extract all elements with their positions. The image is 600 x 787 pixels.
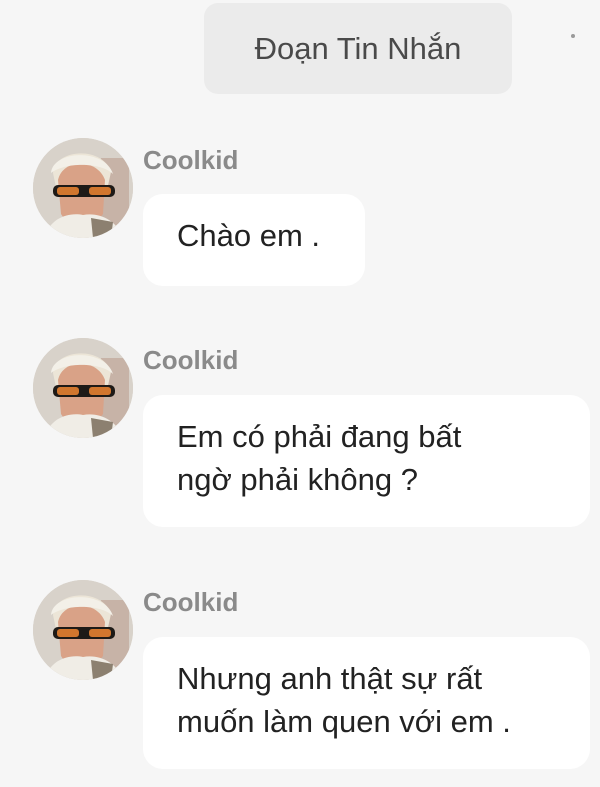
profile-photo-icon xyxy=(33,580,133,680)
avatar[interactable] xyxy=(33,338,133,438)
sender-name: Coolkid xyxy=(143,587,239,617)
message-bubble: Nhưng anh thật sự rất muốn làm quen với … xyxy=(143,637,590,769)
conversation-title-text: Đoạn Tin Nhắn xyxy=(254,30,462,66)
corner-dot-icon xyxy=(571,34,575,38)
avatar[interactable] xyxy=(33,580,133,680)
sender-name: Coolkid xyxy=(143,145,239,175)
message-bubble: Em có phải đang bất ngờ phải không ? xyxy=(143,395,590,527)
sender-name: Coolkid xyxy=(143,345,239,375)
profile-photo-icon xyxy=(33,138,133,238)
profile-photo-icon xyxy=(33,338,133,438)
conversation-title: Đoạn Tin Nhắn xyxy=(204,3,512,94)
avatar[interactable] xyxy=(33,138,133,238)
message-bubble: Chào em . xyxy=(143,194,365,286)
